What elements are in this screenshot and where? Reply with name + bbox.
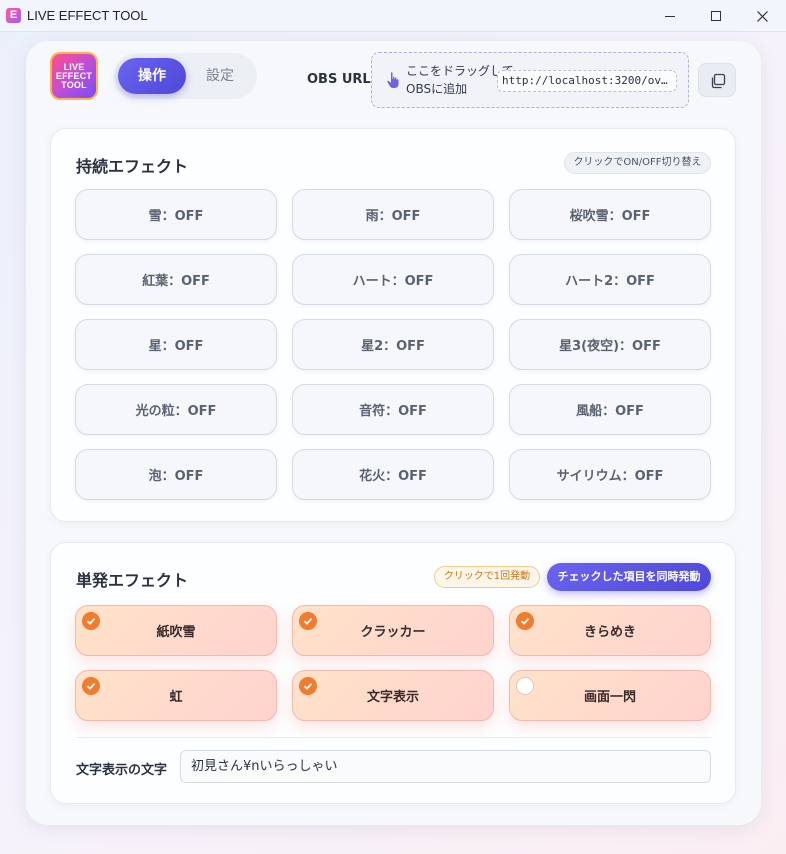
continuous-effects-title: 持続エフェクト <box>76 157 189 176</box>
checkbox-sparkle[interactable] <box>516 612 534 630</box>
maximize-icon <box>711 11 721 21</box>
minimize-button[interactable] <box>647 0 693 32</box>
effect-toggle-music-notes[interactable]: 音符：OFF <box>292 384 494 435</box>
single-effect-label: きらめき <box>583 625 636 640</box>
effect-toggle-heart2[interactable]: ハート2：OFF <box>509 254 711 305</box>
obs-url-field[interactable]: http://localhost:3200/ov... <box>497 70 677 92</box>
display-text-input[interactable]: 初見さん¥nいらっしゃい <box>180 750 711 783</box>
tab-operation[interactable]: 操作 <box>118 58 186 94</box>
checkbox-cracker[interactable] <box>299 612 317 630</box>
continuous-effects-panel: 持続エフェクト クリックでON/OFF切り替え 雪：OFF 雨：OFF 桜吹雪：… <box>50 128 736 522</box>
check-icon <box>86 617 96 625</box>
fire-checked-button[interactable]: チェックした項目を同時発動 <box>547 563 711 591</box>
app-icon: E <box>6 8 21 23</box>
fire-once-hint-badge: クリックで1回発動 <box>434 566 540 588</box>
copy-url-button[interactable] <box>698 63 736 97</box>
checkbox-rainbow[interactable] <box>82 677 100 695</box>
effect-toggle-heart[interactable]: ハート：OFF <box>292 254 494 305</box>
single-effect-screen-flash[interactable]: 画面一閃 <box>509 670 711 721</box>
check-icon <box>86 682 96 690</box>
effect-toggle-star2[interactable]: 星2：OFF <box>292 319 494 370</box>
divider <box>75 737 711 738</box>
checkbox-confetti[interactable] <box>82 612 100 630</box>
hand-drag-icon <box>387 72 399 88</box>
close-icon <box>756 10 768 22</box>
single-effect-text-display[interactable]: 文字表示 <box>292 670 494 721</box>
close-button[interactable] <box>739 0 785 32</box>
toggle-hint-badge: クリックでON/OFF切り替え <box>564 152 711 174</box>
effect-toggle-balloons[interactable]: 風船：OFF <box>509 384 711 435</box>
effect-toggle-snow[interactable]: 雪：OFF <box>75 189 277 240</box>
single-effects-title: 単発エフェクト <box>76 571 189 590</box>
effect-toggle-fireworks[interactable]: 花火：OFF <box>292 449 494 500</box>
copy-icon <box>711 73 726 89</box>
effect-toggle-sakura[interactable]: 桜吹雪：OFF <box>509 189 711 240</box>
single-effect-rainbow[interactable]: 虹 <box>75 670 277 721</box>
obs-drag-source[interactable]: ここをドラッグして OBSに追加 http://localhost:3200/o… <box>371 52 689 108</box>
single-effect-label: 紙吹雪 <box>156 625 196 640</box>
maximize-button[interactable] <box>693 0 739 32</box>
single-effect-sparkle[interactable]: きらめき <box>509 605 711 656</box>
single-effect-label: クラッカー <box>360 625 426 640</box>
single-effect-cracker[interactable]: クラッカー <box>292 605 494 656</box>
single-effect-confetti[interactable]: 紙吹雪 <box>75 605 277 656</box>
logo-line-3: TOOL <box>61 79 87 90</box>
check-icon <box>303 682 313 690</box>
obs-url-label: OBS URL <box>307 72 371 87</box>
checkbox-text-display[interactable] <box>299 677 317 695</box>
effect-toggle-light-particles[interactable]: 光の粒：OFF <box>75 384 277 435</box>
effect-toggle-glowstick[interactable]: サイリウム：OFF <box>509 449 711 500</box>
effect-toggle-autumn-leaves[interactable]: 紅葉：OFF <box>75 254 277 305</box>
minimize-icon <box>665 15 675 17</box>
tab-settings[interactable]: 設定 <box>190 58 250 94</box>
single-effect-label: 文字表示 <box>366 690 419 705</box>
check-icon <box>303 617 313 625</box>
checkbox-screen-flash[interactable] <box>516 677 534 695</box>
app-logo: LIVE EFFECT TOOL <box>50 52 98 100</box>
effect-toggle-star[interactable]: 星：OFF <box>75 319 277 370</box>
effect-toggle-rain[interactable]: 雨：OFF <box>292 189 494 240</box>
display-text-label: 文字表示の文字 <box>76 763 168 778</box>
single-effects-panel: 単発エフェクト クリックで1回発動 チェックした項目を同時発動 紙吹雪 クラッカ… <box>50 542 736 804</box>
single-effect-label: 虹 <box>169 690 183 705</box>
check-icon <box>520 617 530 625</box>
window-titlebar: E LIVE EFFECT TOOL <box>0 0 786 32</box>
effect-toggle-star3-night[interactable]: 星3(夜空)：OFF <box>509 319 711 370</box>
window-title: LIVE EFFECT TOOL <box>27 8 148 23</box>
single-effect-label: 画面一閃 <box>583 690 636 705</box>
main-card: LIVE EFFECT TOOL 操作 設定 OBS URL ここをドラッグして… <box>26 41 761 825</box>
mode-tabs: 操作 設定 <box>114 53 257 99</box>
effect-toggle-bubbles[interactable]: 泡：OFF <box>75 449 277 500</box>
